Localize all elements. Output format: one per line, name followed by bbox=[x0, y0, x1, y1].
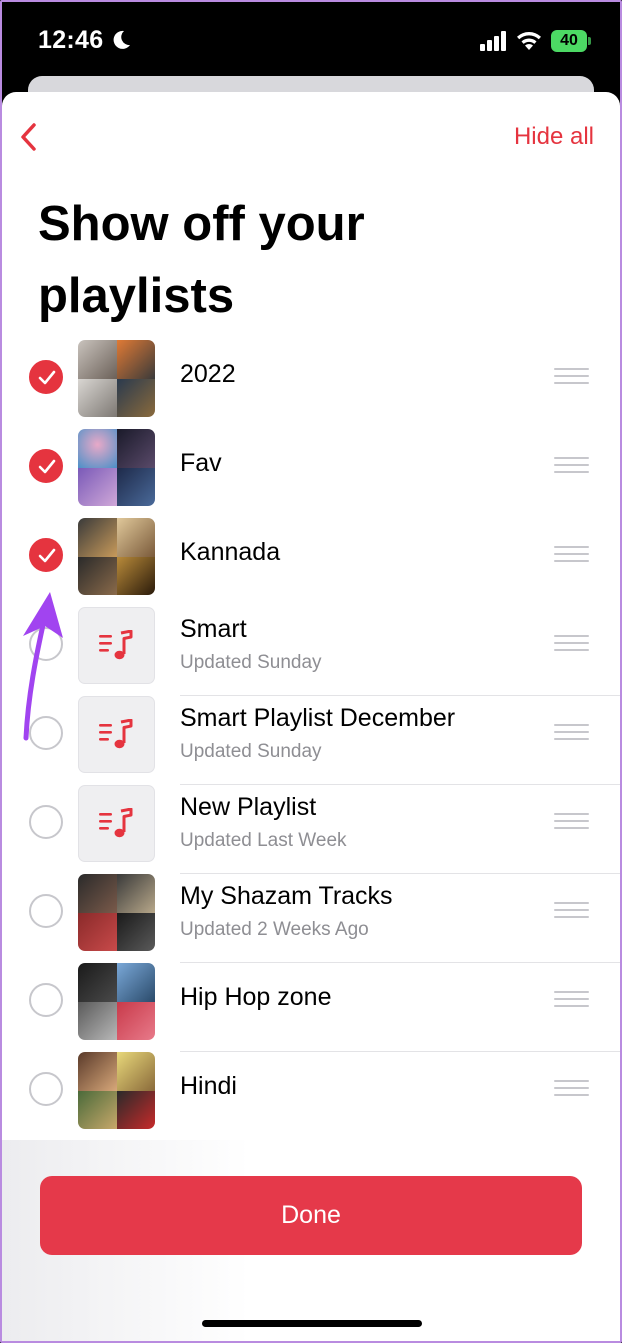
annotation-arrow-icon bbox=[23, 592, 63, 741]
playlist-title: New Playlist bbox=[180, 793, 317, 821]
list-item[interactable]: Kannada bbox=[2, 518, 620, 607]
drag-handle-icon[interactable] bbox=[554, 813, 589, 831]
drag-handle-icon[interactable] bbox=[554, 724, 589, 742]
playlist-title: Kannada bbox=[180, 538, 281, 566]
playlist-artwork-placeholder bbox=[78, 696, 155, 773]
drag-handle-icon[interactable] bbox=[554, 1080, 589, 1098]
list-item[interactable]: Hip Hop zone bbox=[2, 963, 620, 1052]
playlist-title: Hindi bbox=[180, 1072, 237, 1100]
home-indicator bbox=[202, 1320, 422, 1327]
playlist-subtitle: Updated Sunday bbox=[180, 652, 322, 673]
list-item[interactable]: Smart Updated Sunday bbox=[2, 607, 620, 696]
playlist-artwork bbox=[78, 340, 155, 417]
done-button[interactable]: Done bbox=[40, 1176, 582, 1255]
playlist-title: Smart Playlist December bbox=[180, 704, 456, 732]
checkbox-unchecked[interactable] bbox=[29, 894, 63, 928]
playlist-artwork bbox=[78, 518, 155, 595]
playlist-title: My Shazam Tracks bbox=[180, 882, 393, 910]
battery-icon: 40 bbox=[551, 30, 591, 52]
playlist-title: Smart bbox=[180, 615, 247, 643]
battery-level: 40 bbox=[560, 32, 578, 49]
wifi-icon bbox=[517, 32, 541, 50]
list-item[interactable]: 2022 bbox=[2, 340, 620, 429]
checkbox-unchecked[interactable] bbox=[29, 805, 63, 839]
checkbox-unchecked[interactable] bbox=[29, 1072, 63, 1106]
playlist-title: 2022 bbox=[180, 360, 236, 388]
playlist-artwork-placeholder bbox=[78, 607, 155, 684]
music-note-list-icon bbox=[99, 808, 133, 838]
page-title: Show off your playlists bbox=[38, 197, 365, 323]
drag-handle-icon[interactable] bbox=[554, 902, 589, 920]
playlist-artwork bbox=[78, 963, 155, 1040]
checkbox-checked[interactable] bbox=[29, 449, 63, 483]
checkmark-icon bbox=[38, 459, 56, 474]
playlist-artwork bbox=[78, 429, 155, 506]
hide-all-button[interactable]: Hide all bbox=[514, 123, 594, 151]
list-item[interactable]: New Playlist Updated Last Week bbox=[2, 785, 620, 874]
moon-icon bbox=[113, 30, 130, 49]
drag-handle-icon[interactable] bbox=[554, 457, 589, 475]
playlist-artwork bbox=[78, 1052, 155, 1129]
list-item[interactable]: Smart Playlist December Updated Sunday bbox=[2, 696, 620, 785]
drag-handle-icon[interactable] bbox=[554, 368, 589, 386]
checkmark-icon bbox=[38, 548, 56, 563]
list-item[interactable]: My Shazam Tracks Updated 2 Weeks Ago bbox=[2, 874, 620, 963]
list-item[interactable]: Hindi bbox=[2, 1052, 620, 1141]
list-item[interactable]: Fav bbox=[2, 429, 620, 518]
checkbox-checked[interactable] bbox=[29, 538, 63, 572]
checkbox-unchecked[interactable] bbox=[29, 983, 63, 1017]
playlist-artwork bbox=[78, 874, 155, 951]
playlist-sheet: Hide all Show off your playlists 2022 Fa… bbox=[2, 92, 620, 1343]
playlist-subtitle: Updated Last Week bbox=[180, 830, 347, 851]
signal-icon bbox=[480, 31, 506, 51]
status-time: 12:46 bbox=[38, 26, 104, 54]
checkbox-checked[interactable] bbox=[29, 360, 63, 394]
music-note-list-icon bbox=[99, 630, 133, 660]
playlist-subtitle: Updated 2 Weeks Ago bbox=[180, 919, 369, 940]
playlist-subtitle: Updated Sunday bbox=[180, 741, 322, 762]
status-bar: 12:46 40 bbox=[0, 0, 622, 76]
playlist-title: Hip Hop zone bbox=[180, 983, 332, 1011]
drag-handle-icon[interactable] bbox=[554, 991, 589, 1009]
checkmark-icon bbox=[38, 370, 56, 385]
chevron-left-icon[interactable] bbox=[14, 120, 48, 154]
drag-handle-icon[interactable] bbox=[554, 546, 589, 564]
playlist-artwork-placeholder bbox=[78, 785, 155, 862]
music-note-list-icon bbox=[99, 719, 133, 749]
drag-handle-icon[interactable] bbox=[554, 635, 589, 653]
playlist-list: 2022 Fav Kannada Smart Updated Sunday Sm… bbox=[2, 340, 620, 1141]
playlist-title: Fav bbox=[180, 449, 222, 477]
